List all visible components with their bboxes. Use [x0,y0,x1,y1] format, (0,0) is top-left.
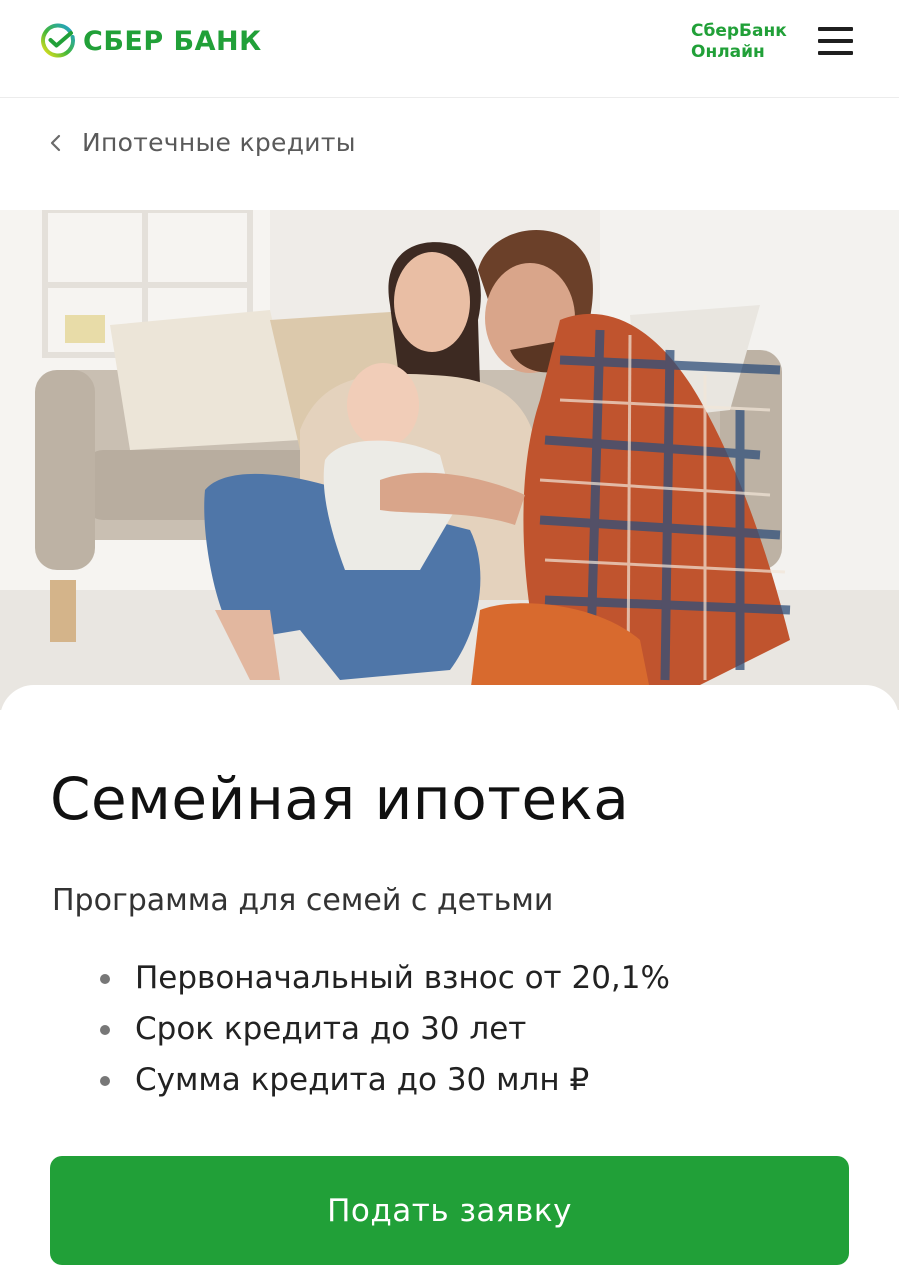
feature-item: Срок кредита до 30 лет [98,1004,670,1055]
feature-list: Первоначальный взнос от 20,1% Срок креди… [98,953,670,1106]
online-link-line1: СберБанк [691,21,787,41]
breadcrumb[interactable]: Ипотечные кредиты [48,128,356,157]
hamburger-menu-icon[interactable] [818,25,854,57]
feature-item: Сумма кредита до 30 млн ₽ [98,1055,670,1106]
feature-item: Первоначальный взнос от 20,1% [98,953,670,1004]
apply-button[interactable]: Подать заявку [50,1156,849,1265]
sberbank-online-link[interactable]: СберБанк Онлайн [691,21,787,63]
sber-logo[interactable]: СБЕР БАНК [40,23,262,59]
breadcrumb-label: Ипотечные кредиты [82,128,356,157]
sber-logo-icon [41,23,76,58]
online-link-line2: Онлайн [691,42,765,62]
logo-text: СБЕР БАНК [83,25,262,57]
site-header: СБЕР БАНК СберБанк Онлайн [0,0,899,98]
product-card: Семейная ипотека Программа для семей с д… [0,685,899,1280]
hero-image [0,210,899,710]
page-title: Семейная ипотека [50,765,630,833]
product-subtitle: Программа для семей с детьми [52,883,554,918]
family-photo [0,210,899,710]
chevron-left-icon [50,134,61,151]
